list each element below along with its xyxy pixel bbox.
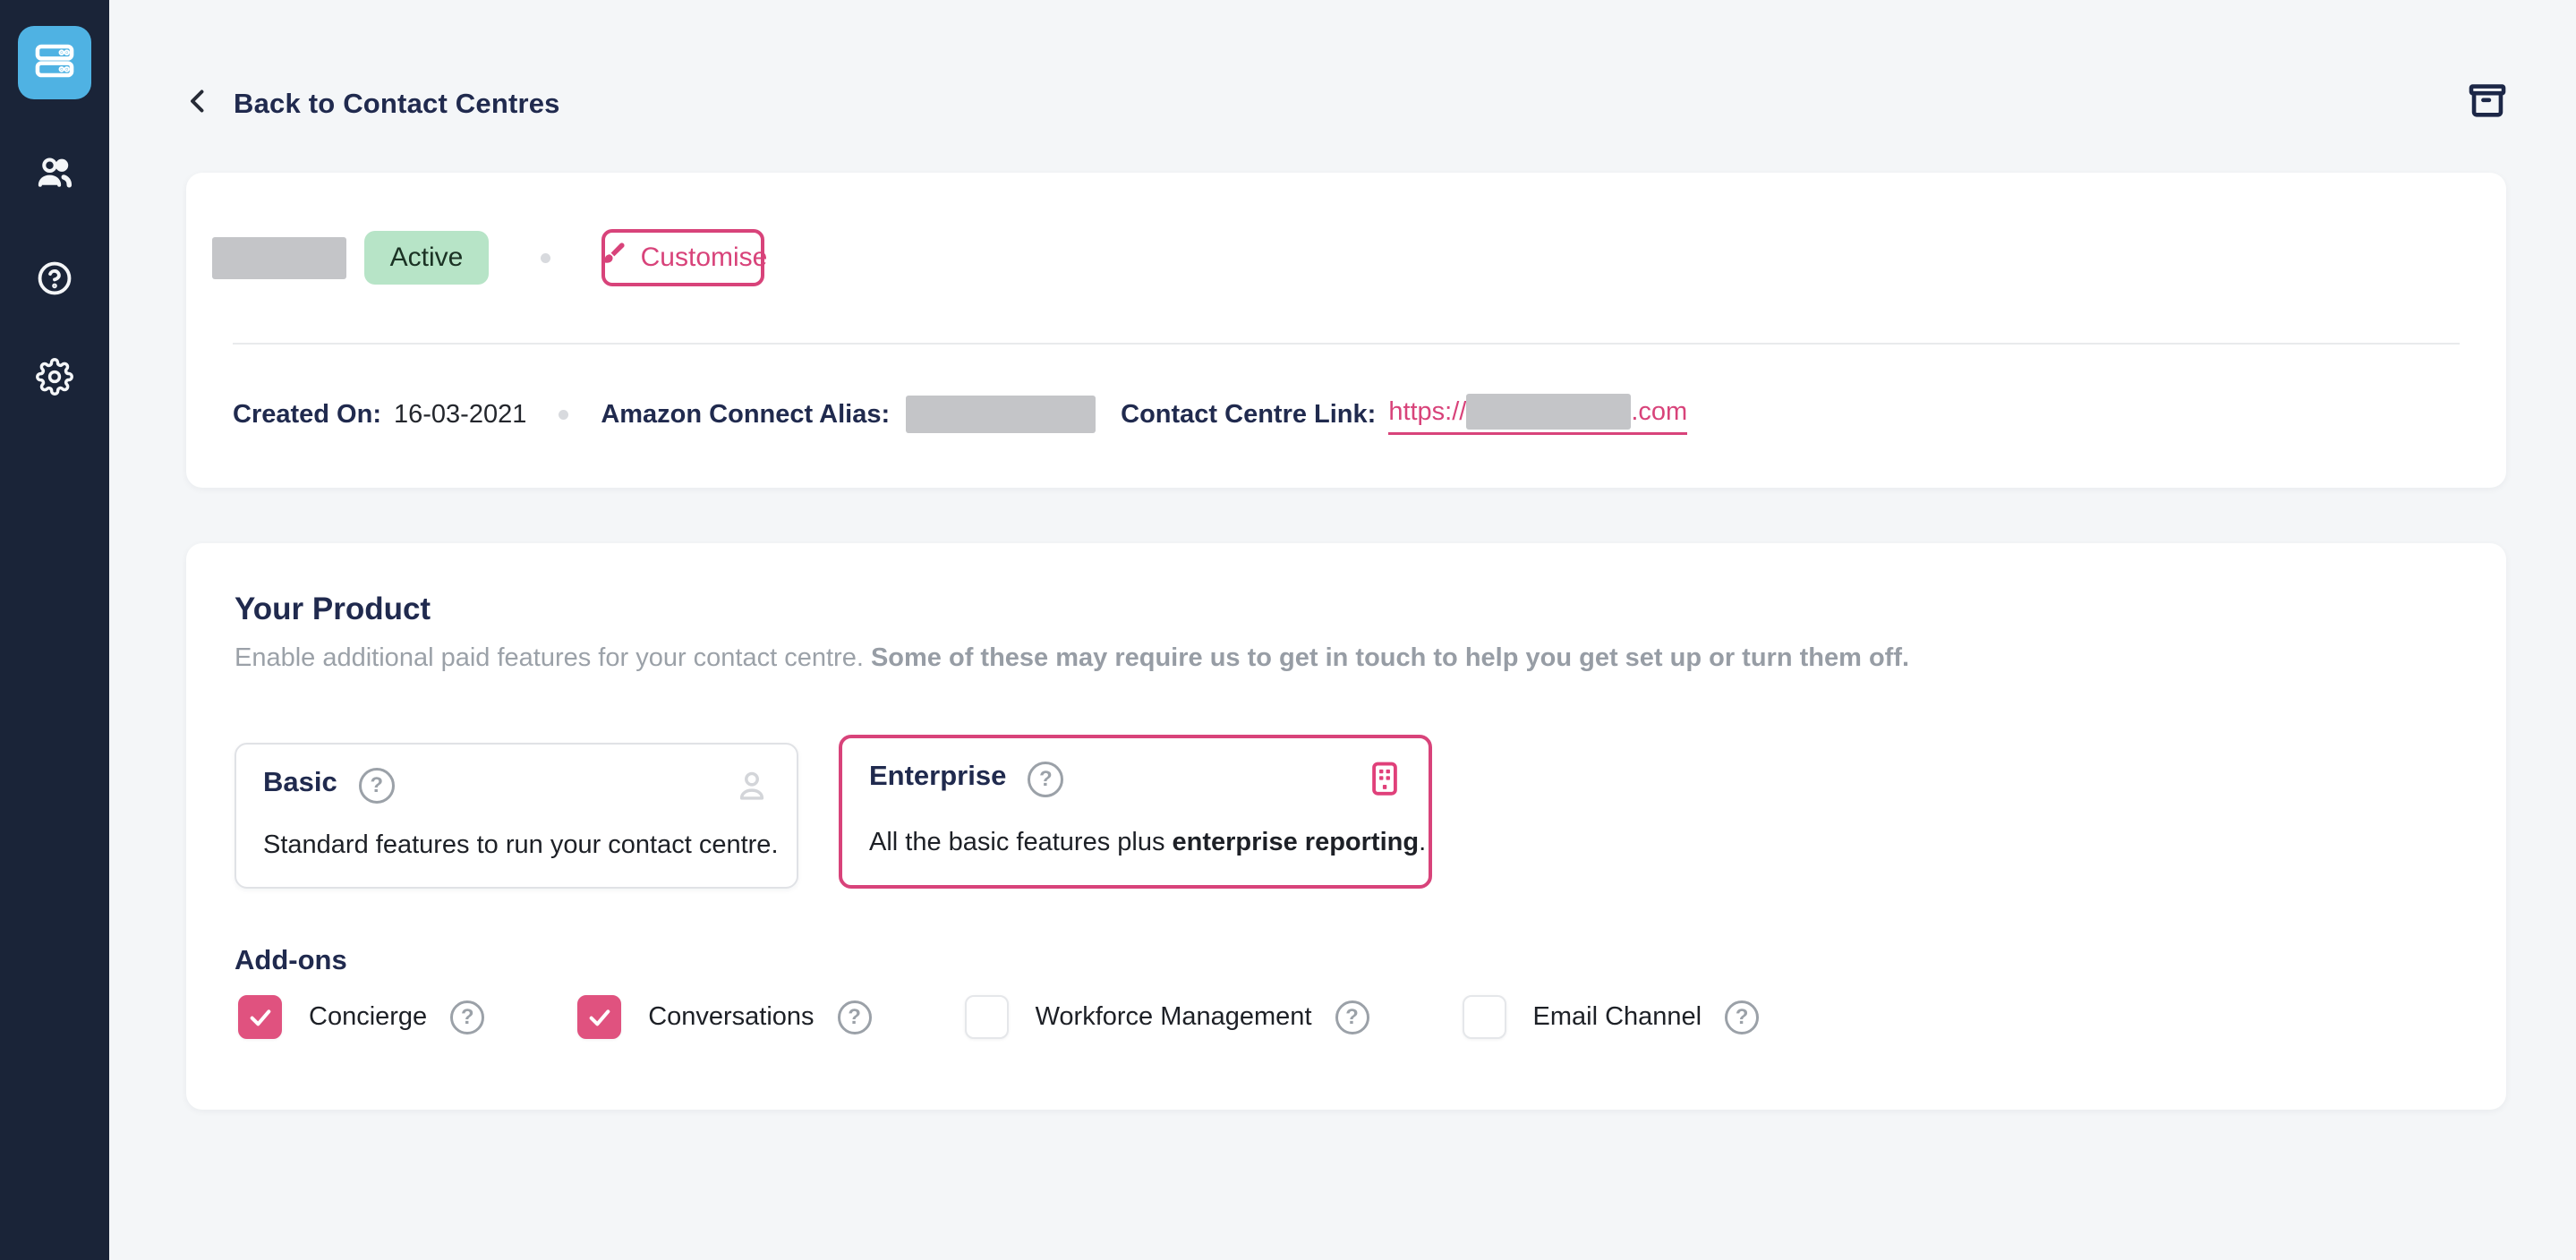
workforce-management-checkbox[interactable] [965, 995, 1009, 1039]
created-on-label: Created On: [233, 400, 381, 430]
help-icon[interactable]: ? [1725, 1000, 1759, 1034]
email-channel-checkbox[interactable] [1463, 995, 1506, 1039]
archive-button[interactable] [2465, 81, 2510, 125]
help-icon[interactable]: ? [1335, 1000, 1369, 1034]
sidebar-item-help[interactable] [35, 260, 74, 300]
addon-concierge: Concierge ? [238, 995, 484, 1039]
settings-gear-icon [36, 358, 73, 400]
amazon-connect-alias-redacted [906, 396, 1096, 433]
addon-label: Email Channel [1533, 1002, 1702, 1032]
your-product-subtitle: Enable additional paid features for your… [235, 643, 1909, 673]
customise-button-label: Customise [641, 243, 768, 273]
customise-button[interactable]: Customise [601, 229, 764, 286]
plan-card-basic[interactable]: Basic ? Standard features to run your co… [235, 743, 798, 889]
addon-label: Conversations [648, 1002, 814, 1032]
help-icon[interactable]: ? [359, 768, 395, 804]
subtitle-normal: Enable additional paid features for your… [235, 643, 871, 672]
created-on-value: 16-03-2021 [394, 400, 526, 430]
paintbrush-icon [599, 240, 627, 276]
subtitle-bold: Some of these may require us to get in t… [871, 643, 1909, 672]
divider [233, 343, 2460, 345]
your-product-card: Your Product Enable additional paid feat… [186, 543, 2506, 1110]
help-icon [36, 260, 73, 302]
contact-centre-summary-card: Active Customise Created On: 16-03-2021 … [186, 173, 2506, 488]
users-icon [35, 153, 74, 197]
addon-email-channel: Email Channel ? [1463, 995, 1760, 1039]
link-redacted-middle [1466, 394, 1631, 430]
contact-centre-name-redacted [212, 237, 346, 279]
help-icon[interactable]: ? [838, 1000, 872, 1034]
separator-dot [541, 253, 550, 263]
plan-head: Basic ? [263, 766, 772, 810]
back-to-contact-centres-link[interactable]: Back to Contact Centres [182, 85, 560, 122]
addon-workforce-management: Workforce Management ? [965, 995, 1369, 1039]
addon-label: Workforce Management [1036, 1002, 1312, 1032]
building-icon [1366, 760, 1403, 802]
link-prefix: https:// [1388, 397, 1466, 427]
help-icon[interactable]: ? [450, 1000, 484, 1034]
app-logo-button[interactable] [18, 26, 91, 99]
plan-card-enterprise[interactable]: Enterprise ? All the basic features plus… [839, 735, 1432, 889]
archive-box-icon [2467, 81, 2508, 126]
your-product-title: Your Product [235, 592, 431, 627]
contact-centre-link-label: Contact Centre Link: [1121, 400, 1376, 430]
separator-dot [559, 410, 568, 420]
help-icon[interactable]: ? [1028, 762, 1063, 797]
plan-head: Enterprise ? [869, 760, 1403, 802]
status-badge: Active [364, 231, 489, 285]
sidebar-item-settings[interactable] [35, 359, 74, 398]
addons-row: Concierge ? Conversations ? Workforce Ma… [238, 995, 1852, 1039]
addon-label: Concierge [309, 1002, 427, 1032]
addon-conversations: Conversations ? [577, 995, 871, 1039]
server-stack-icon [31, 38, 78, 89]
contact-centre-info-row: Created On: 16-03-2021 Amazon Connect Al… [233, 387, 1687, 441]
back-link-label: Back to Contact Centres [234, 88, 560, 120]
conversations-checkbox[interactable] [577, 995, 621, 1039]
concierge-checkbox[interactable] [238, 995, 282, 1039]
plan-description: Standard features to run your contact ce… [263, 830, 779, 860]
link-suffix: .com [1631, 397, 1687, 427]
plan-name: Enterprise [869, 760, 1006, 792]
chevron-left-icon [182, 85, 214, 122]
amazon-connect-alias-label: Amazon Connect Alias: [601, 400, 890, 430]
addons-title: Add-ons [235, 944, 347, 976]
plan-description: All the basic features plus enterprise r… [869, 828, 1426, 857]
contact-centre-name-row: Active Customise [212, 228, 764, 287]
sidebar [0, 0, 109, 1260]
person-icon [732, 766, 772, 810]
sidebar-item-users[interactable] [35, 155, 74, 194]
plan-name: Basic [263, 766, 337, 798]
contact-centre-link[interactable]: https:// .com [1388, 394, 1687, 435]
